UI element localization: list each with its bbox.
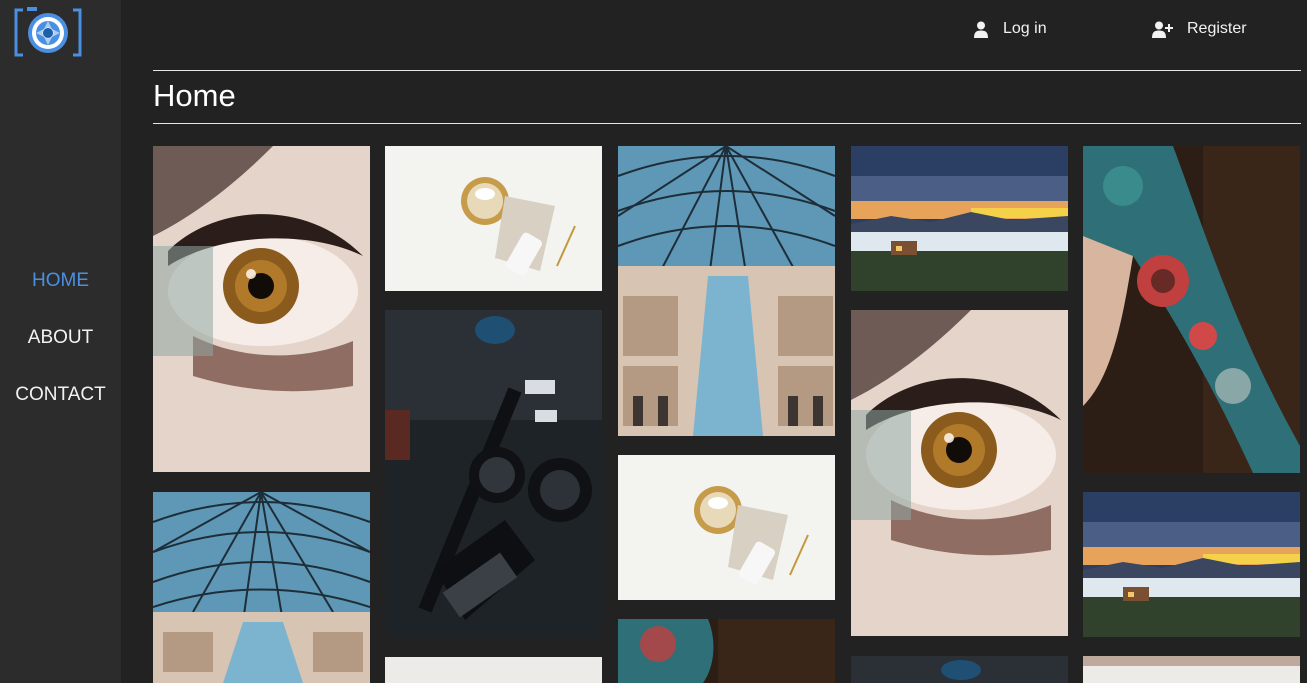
photo-mountain-sunrise[interactable] xyxy=(851,146,1068,291)
photo-glass-dome[interactable] xyxy=(618,146,835,436)
nav-item-contact[interactable]: CONTACT xyxy=(0,382,121,439)
sidebar: HOME ABOUT CONTACT xyxy=(0,0,121,683)
photo-coffee-cup-flatlay[interactable] xyxy=(385,146,602,291)
photo-tattoo-arm[interactable] xyxy=(618,619,835,683)
photo-coffee-cup-flatlay[interactable] xyxy=(1083,656,1300,683)
login-label: Log in xyxy=(1003,20,1047,37)
login-link[interactable]: Log in xyxy=(973,16,1047,42)
main-content: Log in Register Home xyxy=(121,0,1307,683)
photo-coffee-cup-flatlay[interactable] xyxy=(618,455,835,600)
page-title: Home xyxy=(153,78,236,113)
photo-gallery xyxy=(153,146,1307,683)
photo-mountain-sunrise[interactable] xyxy=(1083,492,1300,637)
camera-aperture-logo[interactable] xyxy=(13,7,83,58)
register-label: Register xyxy=(1187,20,1247,37)
title-bottom-divider xyxy=(153,123,1301,124)
photo-eye-closeup[interactable] xyxy=(851,310,1068,636)
photo-eye-closeup[interactable] xyxy=(153,146,370,472)
nav-item-home[interactable]: HOME xyxy=(0,268,121,325)
user-icon xyxy=(974,21,988,38)
user-plus-icon xyxy=(1152,21,1173,38)
nav-item-about[interactable]: ABOUT xyxy=(0,325,121,382)
photo-camera-gear[interactable] xyxy=(385,310,602,638)
photo-tattoo-arm[interactable] xyxy=(1083,146,1300,473)
title-top-divider xyxy=(153,70,1301,71)
register-link[interactable]: Register xyxy=(1152,16,1247,42)
sidebar-nav: HOME ABOUT CONTACT xyxy=(0,268,121,439)
photo-camera-gear[interactable] xyxy=(851,656,1068,683)
photo-coffee-cup-flatlay[interactable] xyxy=(385,657,602,683)
photo-glass-dome[interactable] xyxy=(153,492,370,683)
